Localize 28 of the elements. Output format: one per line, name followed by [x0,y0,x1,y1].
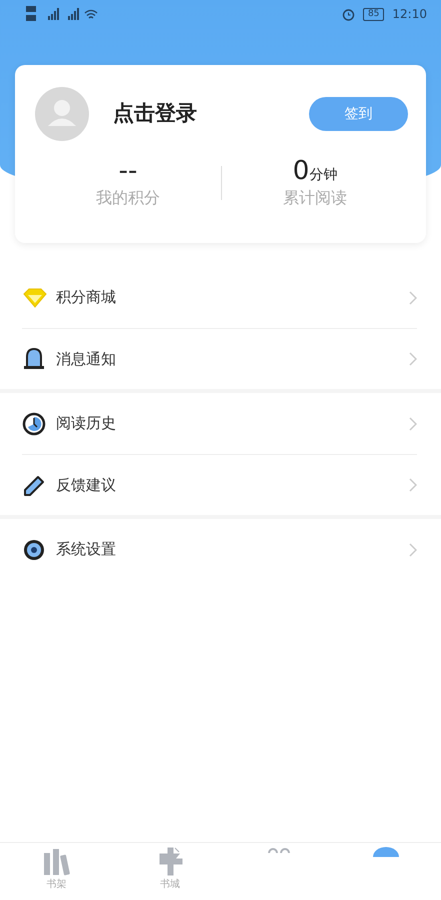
wifi-icon [84,8,98,20]
menu-item[interactable]: 系统设置 [0,519,441,580]
login-link[interactable]: 点击登录 [113,98,309,130]
avatar-icon [35,87,89,141]
menu-label: 消息通知 [56,348,117,370]
chevron-icon [409,290,417,304]
bars-icon [42,847,72,877]
clock-icon [22,412,48,436]
menu-label: 系统设置 [56,539,117,560]
chevron-icon [409,352,417,366]
battery-level: 85 [362,8,384,20]
stat-label: 我的积分 [95,186,161,209]
menu-label: 反馈建议 [56,474,117,496]
alarm-icon [342,8,355,20]
chevron-icon [409,478,417,492]
chevron-icon [409,416,417,430]
menu-label: 积分商城 [56,287,117,308]
menu-item[interactable]: 阅读历史 [0,393,441,454]
stat-label: 累计阅读 [282,186,348,209]
tab-label: 书架 [46,878,67,892]
chevron-icon [409,542,417,556]
diamond-icon [22,286,48,310]
menu-item[interactable]: 积分商城 [0,267,441,328]
clock-time: 12:10 [392,6,427,23]
menu-label: 阅读历史 [56,413,117,434]
stat-value: -- [118,157,138,186]
tab-label: 书城 [160,878,180,892]
stat-value: 0分钟 [292,157,338,186]
